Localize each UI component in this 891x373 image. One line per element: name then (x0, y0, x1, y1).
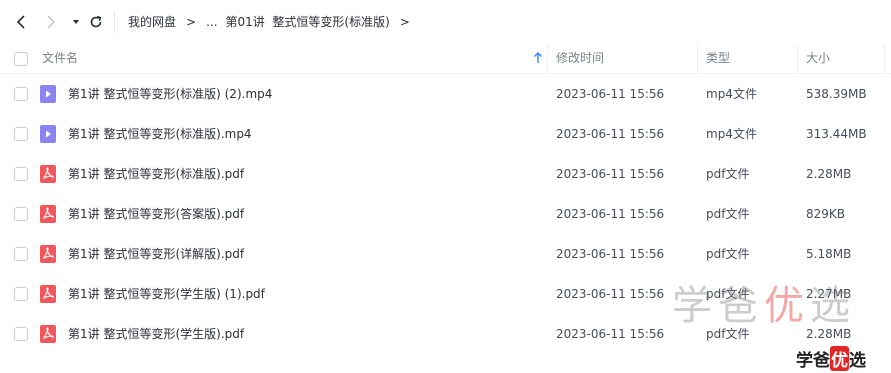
file-modified: 2023-06-11 15:56 (556, 207, 665, 221)
file-name[interactable]: 第1讲 整式恒等变形(学生版).pdf (68, 314, 244, 354)
row-checkbox[interactable] (14, 167, 28, 181)
column-header-type[interactable]: 类型 (706, 44, 730, 73)
file-type: mp4文件 (706, 127, 757, 141)
refresh-button[interactable] (86, 12, 106, 32)
pdf-file-icon (40, 325, 56, 343)
corner-logo-highlight: 优 (830, 346, 849, 371)
breadcrumb-current: 第01讲 整式恒等变形(标准版) (225, 15, 390, 29)
breadcrumb-trailing-separator: > (399, 14, 410, 29)
watermark-suffix: 选 (810, 283, 856, 329)
file-type: pdf文件 (706, 167, 750, 181)
watermark-prefix: 学爸 (672, 283, 764, 329)
video-file-icon (40, 125, 56, 143)
pdf-file-icon (40, 205, 56, 223)
video-file-icon (40, 85, 56, 103)
column-header-modified[interactable]: 修改时间 (556, 44, 604, 73)
row-checkbox[interactable] (14, 287, 28, 301)
file-modified: 2023-06-11 15:56 (556, 327, 665, 341)
file-size: 538.39MB (806, 87, 867, 101)
corner-logo-prefix: 学爸 (796, 351, 830, 371)
file-size: 2.28MB (806, 167, 852, 181)
row-checkbox[interactable] (14, 207, 28, 221)
corner-logo: 学爸优选 (796, 346, 866, 371)
column-divider[interactable] (697, 44, 698, 73)
file-row[interactable]: 第1讲 整式恒等变形(标准版) (2).mp4 2023-06-11 15:56… (0, 74, 891, 114)
pdf-file-icon (40, 165, 56, 183)
breadcrumb-separator: > (186, 14, 197, 29)
file-modified: 2023-06-11 15:56 (556, 247, 665, 261)
file-name[interactable]: 第1讲 整式恒等变形(学生版) (1).pdf (68, 274, 265, 314)
file-type: pdf文件 (706, 207, 750, 221)
pdf-file-icon (40, 245, 56, 263)
file-size: 829KB (806, 207, 846, 221)
file-list-header: 文件名 修改时间 类型 大小 (0, 44, 891, 74)
file-name[interactable]: 第1讲 整式恒等变形(详解版).pdf (68, 234, 244, 274)
file-modified: 2023-06-11 15:56 (556, 87, 665, 101)
file-modified: 2023-06-11 15:56 (556, 287, 665, 301)
file-name[interactable]: 第1讲 整式恒等变形(标准版).pdf (68, 154, 244, 194)
file-modified: 2023-06-11 15:56 (556, 127, 665, 141)
column-divider[interactable] (547, 44, 548, 73)
column-header-name[interactable]: 文件名 (42, 44, 78, 73)
row-checkbox[interactable] (14, 87, 28, 101)
sort-ascending-icon[interactable] (532, 52, 544, 64)
breadcrumb-ellipsis[interactable]: ... (206, 15, 217, 29)
chevron-left-icon (16, 15, 25, 29)
file-name[interactable]: 第1讲 整式恒等变形(答案版).pdf (68, 194, 244, 234)
file-name[interactable]: 第1讲 整式恒等变形(标准版).mp4 (68, 114, 252, 154)
select-all-checkbox[interactable] (14, 52, 28, 66)
file-size: 313.44MB (806, 127, 867, 141)
caret-down-icon (73, 20, 79, 24)
file-modified: 2023-06-11 15:56 (556, 167, 665, 181)
file-size: 5.18MB (806, 247, 852, 261)
column-header-size[interactable]: 大小 (806, 44, 830, 73)
chevron-right-icon (47, 15, 56, 29)
file-row[interactable]: 第1讲 整式恒等变形(答案版).pdf 2023-06-11 15:56 pdf… (0, 194, 891, 234)
corner-logo-suffix: 选 (849, 351, 866, 371)
back-button[interactable] (12, 12, 32, 32)
column-divider[interactable] (884, 44, 885, 73)
toolbar: 我的网盘 > ... 第01讲 整式恒等变形(标准版) > (0, 0, 891, 44)
file-name[interactable]: 第1讲 整式恒等变形(标准版) (2).mp4 (68, 74, 272, 114)
row-checkbox[interactable] (14, 247, 28, 261)
file-row[interactable]: 第1讲 整式恒等变形(标准版).pdf 2023-06-11 15:56 pdf… (0, 154, 891, 194)
breadcrumb: 我的网盘 > ... 第01讲 整式恒等变形(标准版) > (128, 13, 420, 30)
row-checkbox[interactable] (14, 127, 28, 141)
row-checkbox[interactable] (14, 327, 28, 341)
file-type: pdf文件 (706, 247, 750, 261)
history-dropdown-button[interactable] (66, 12, 86, 32)
file-row[interactable]: 第1讲 整式恒等变形(详解版).pdf 2023-06-11 15:56 pdf… (0, 234, 891, 274)
watermark: 学爸优选 (672, 282, 856, 330)
refresh-icon (90, 15, 102, 28)
file-row[interactable]: 第1讲 整式恒等变形(标准版).mp4 2023-06-11 15:56 mp4… (0, 114, 891, 154)
breadcrumb-root[interactable]: 我的网盘 (128, 13, 176, 30)
column-divider[interactable] (797, 44, 798, 73)
watermark-highlight: 优 (764, 283, 810, 329)
toolbar-divider (114, 11, 115, 33)
file-type: mp4文件 (706, 87, 757, 101)
forward-button[interactable] (40, 12, 60, 32)
pdf-file-icon (40, 285, 56, 303)
